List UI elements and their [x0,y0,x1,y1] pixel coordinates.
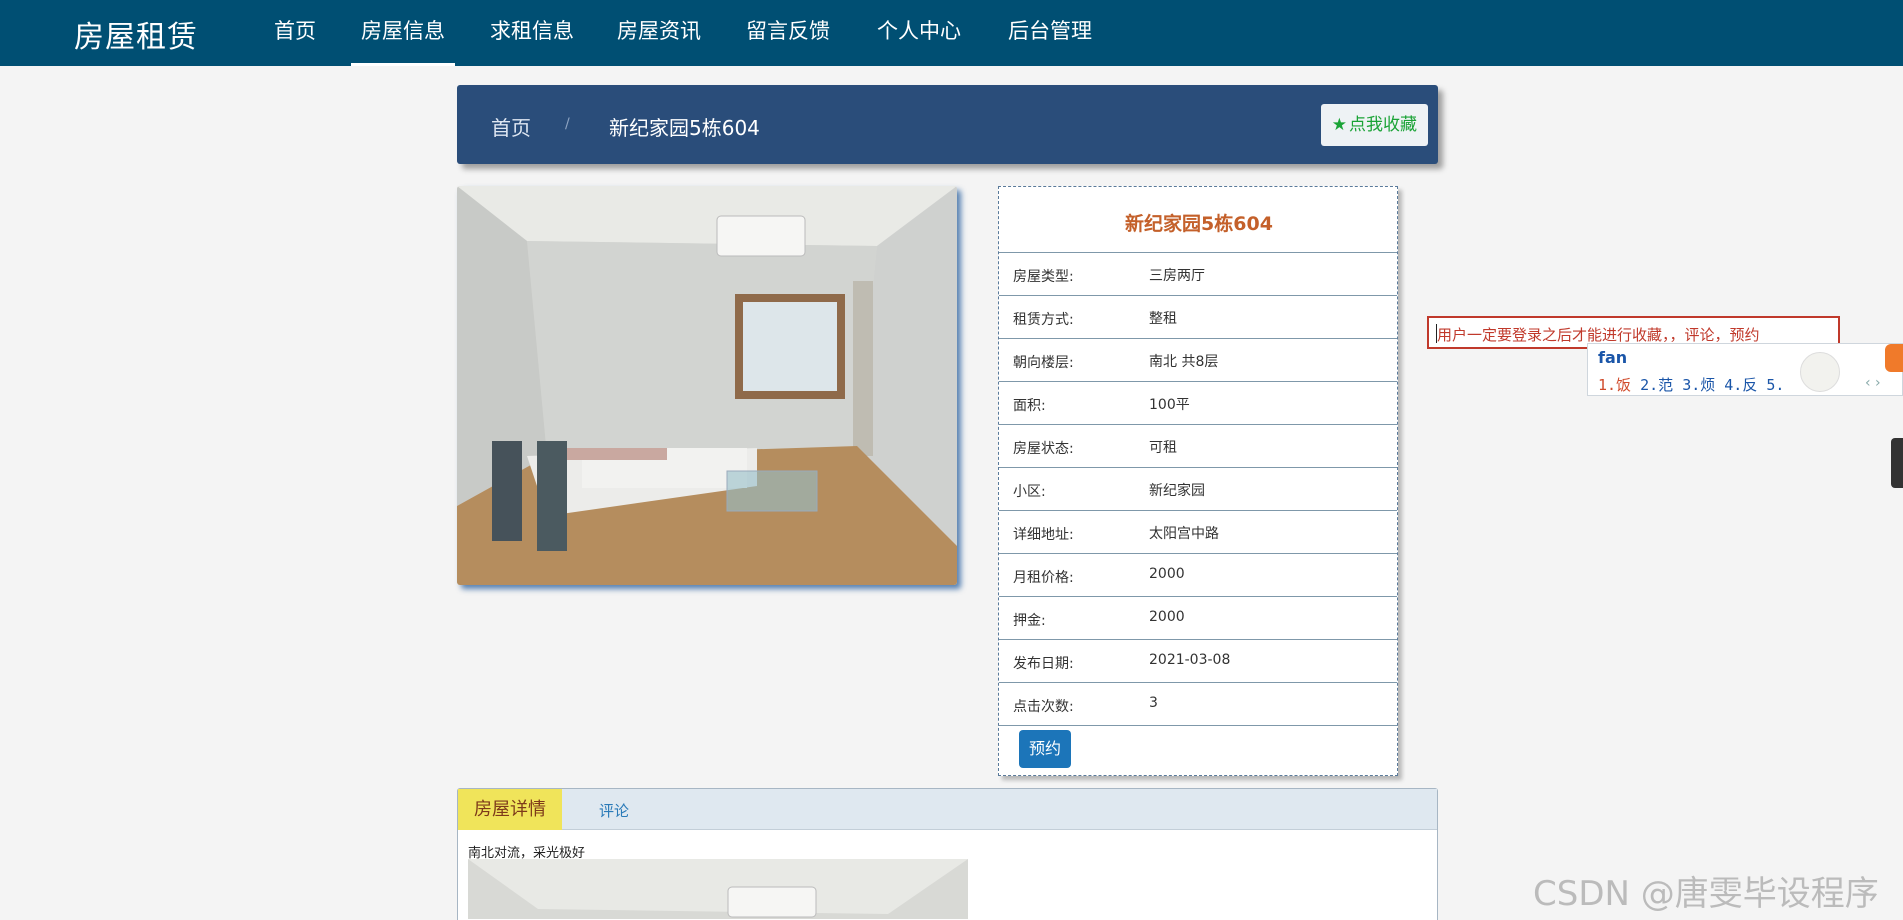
info-value: 可租 [1149,440,1177,456]
detail-room-image [468,859,968,919]
info-divider [999,725,1397,726]
ime-candidate[interactable]: 3.烦 [1682,376,1715,394]
info-label: 房屋类型: [1013,269,1074,285]
ime-pinyin: fan [1598,348,1628,367]
info-label: 发布日期: [1013,656,1074,672]
nav-house-info[interactable]: 房屋信息 [351,15,455,66]
house-title: 新纪家园5栋604 [1125,213,1273,235]
ime-logo-icon [1885,344,1903,372]
ime-mascot-icon [1800,352,1840,392]
ime-page-arrows-icon[interactable]: ‹ › [1865,375,1881,391]
favorite-button-label: 点我收藏 [1349,115,1417,135]
info-label: 点击次数: [1013,699,1074,715]
top-navbar: 房屋租赁 首页 房屋信息 求租信息 房屋资讯 留言反馈 个人中心 后台管理 [0,0,1903,66]
info-label: 面积: [1013,398,1046,414]
tab-house-detail[interactable]: 房屋详情 [458,789,562,830]
tab-comment[interactable]: 评论 [599,800,629,821]
info-value: 太阳宫中路 [1149,526,1219,542]
login-notice-text: 用户一定要登录之后才能进行收藏，，评论，预约 [1437,326,1760,344]
side-panel-handle-icon[interactable] [1891,438,1903,488]
info-row: 朝向楼层: 南北 共8层 [999,338,1397,381]
breadcrumb-separator: / [565,116,570,132]
nav-feedback[interactable]: 留言反馈 [736,15,840,66]
csdn-watermark: CSDN @唐雯毕设程序 [1533,874,1879,914]
info-value: 南北 共8层 [1149,354,1219,370]
breadcrumb: 首页 / 新纪家园5栋604 ★ 点我收藏 [457,85,1438,164]
info-row: 房屋状态: 可租 [999,424,1397,467]
info-label: 月租价格: [1013,570,1074,586]
house-info-table: 新纪家园5栋604 房屋类型: 三房两厅 租赁方式: 整租 朝向楼层: 南北 共… [998,186,1398,776]
info-value: 整租 [1149,311,1177,327]
nav-house-news[interactable]: 房屋资讯 [607,15,711,66]
info-label: 小区: [1013,484,1046,500]
info-row: 押金: 2000 [999,596,1397,639]
living-room-image [457,186,957,585]
ime-candidate[interactable]: 5. [1766,376,1784,394]
detail-photo [468,859,968,919]
info-row: 面积: 100平 [999,381,1397,424]
info-row: 发布日期: 2021-03-08 [999,639,1397,682]
breadcrumb-current: 新纪家园5栋604 [609,116,760,140]
info-row: 详细地址: 太阳宫中路 [999,510,1397,553]
book-button[interactable]: 预约 [1019,730,1071,768]
info-value: 2000 [1149,566,1185,582]
info-label: 房屋状态: [1013,441,1074,457]
ime-candidates: 1.饭 2.范 3.烦 4.反 5. [1598,374,1784,395]
favorite-button[interactable]: ★ 点我收藏 [1320,104,1428,146]
info-label: 朝向楼层: [1013,355,1074,371]
ime-candidate[interactable]: 2.范 [1640,376,1673,394]
info-label: 押金: [1013,613,1046,629]
nav-admin[interactable]: 后台管理 [998,15,1102,66]
info-row: 月租价格: 2000 [999,553,1397,596]
info-row: 小区: 新纪家园 [999,467,1397,510]
info-value: 三房两厅 [1149,268,1205,284]
ime-candidate[interactable]: 4.反 [1724,376,1757,394]
nav-home[interactable]: 首页 [264,15,326,66]
nav-personal-center[interactable]: 个人中心 [867,15,971,66]
breadcrumb-home[interactable]: 首页 [491,112,531,141]
info-value: 3 [1149,695,1158,711]
info-label: 租赁方式: [1013,312,1074,328]
info-row: 租赁方式: 整租 [999,295,1397,338]
info-value: 100平 [1149,397,1190,413]
nav-rent-request[interactable]: 求租信息 [480,15,584,66]
info-label: 详细地址: [1013,527,1074,543]
star-icon: ★ [1331,115,1347,135]
ime-candidate-window[interactable]: fan 1.饭 2.范 3.烦 4.反 5. ‹ › [1587,343,1903,396]
house-photo [457,186,957,585]
detail-tabs: 房屋详情 评论 南北对流，采光极好 [457,788,1438,920]
site-brand[interactable]: 房屋租赁 [74,12,198,56]
info-value: 2021-03-08 [1149,652,1231,668]
info-value: 新纪家园 [1149,483,1205,499]
info-row: 点击次数: 3 [999,682,1397,725]
info-row: 房屋类型: 三房两厅 [999,252,1397,295]
ime-candidate[interactable]: 1.饭 [1598,376,1631,394]
info-value: 2000 [1149,609,1185,625]
